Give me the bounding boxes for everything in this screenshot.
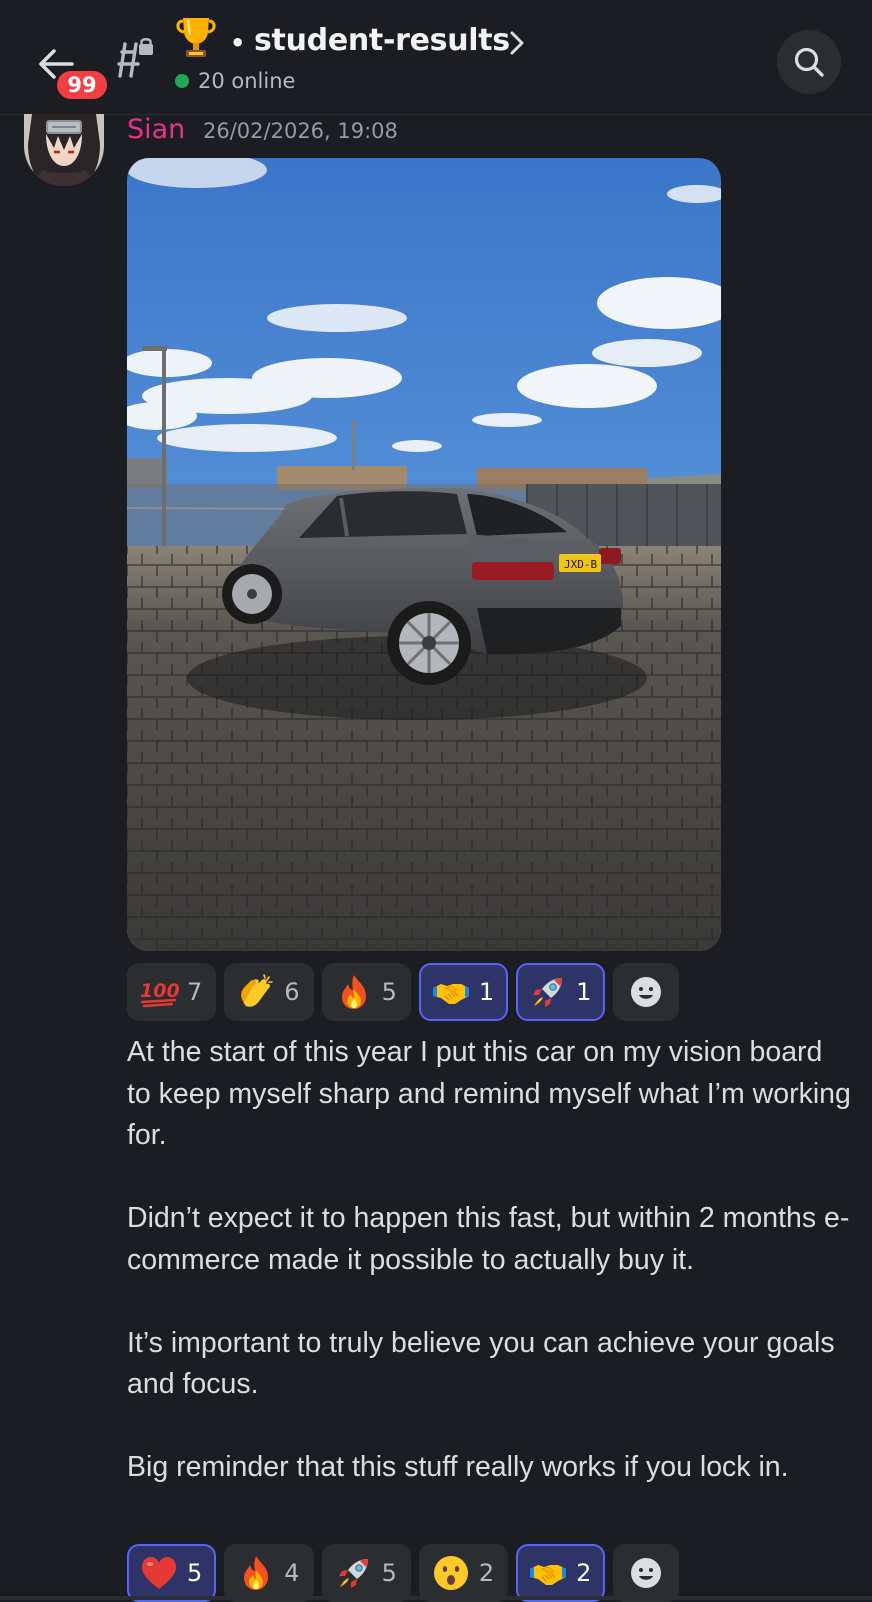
reaction-red-heart[interactable]: 5	[127, 1544, 217, 1602]
handshake-icon	[431, 972, 471, 1012]
reaction-rocket[interactable]: 1	[516, 963, 606, 1021]
online-count: 20 online	[198, 69, 296, 93]
channel-separator: •	[230, 29, 246, 57]
reaction-count: 5	[381, 978, 397, 1006]
reaction-count: 5	[187, 1559, 203, 1587]
hundred-points-icon	[139, 972, 179, 1012]
reaction-count: 2	[478, 1559, 495, 1587]
reaction-hundred-points[interactable]: 7	[127, 963, 217, 1021]
reaction-handshake[interactable]: 1	[418, 963, 509, 1021]
rocket-icon	[334, 1553, 374, 1593]
bottom-divider	[0, 1596, 872, 1600]
locked-text-channel-icon	[117, 38, 153, 78]
reaction-count: 2	[576, 1559, 592, 1587]
reaction-handshake[interactable]: 2	[516, 1544, 606, 1602]
red-heart-icon	[139, 1553, 179, 1593]
rocket-icon	[528, 972, 568, 1012]
face-with-open-mouth-icon	[431, 1553, 471, 1593]
chevron-right-icon[interactable]	[508, 30, 526, 56]
reaction-count: 5	[381, 1559, 397, 1587]
message-paragraph: It’s important to truly believe you can …	[127, 1326, 835, 1401]
online-status-dot	[175, 74, 189, 88]
reaction-clapping-hands[interactable]: 6	[224, 963, 314, 1021]
reaction-count: 6	[284, 978, 300, 1006]
svg-text:JXD-B: JXD-B	[564, 558, 597, 571]
reaction-face-with-open-mouth[interactable]: 2	[418, 1544, 509, 1602]
search-button[interactable]	[777, 30, 841, 94]
handshake-icon	[528, 1553, 568, 1593]
message-timestamp: 26/02/2026, 19:08	[203, 119, 398, 143]
reaction-bar: 7 6 5 1 1	[127, 963, 680, 1021]
channel-name[interactable]: student-results	[254, 20, 510, 62]
unread-badge: 99	[54, 68, 110, 102]
add-reaction-smiley-icon	[626, 1553, 666, 1593]
add-reaction-button[interactable]	[613, 1544, 680, 1602]
message-author[interactable]: Sian	[127, 112, 185, 148]
message-paragraph: Big reminder that this stuff really work…	[127, 1451, 789, 1483]
reaction-count: 1	[576, 978, 592, 1006]
fire-icon	[236, 1553, 276, 1593]
message-image-attachment[interactable]: JXD-B	[127, 158, 721, 951]
reaction-count: 1	[478, 978, 495, 1006]
channel-header: 99 • student-results 20 online	[0, 0, 872, 115]
reaction-bar: 5 4 5 2 2	[127, 1544, 680, 1602]
clapping-hands-icon	[236, 972, 276, 1012]
reaction-count: 4	[284, 1559, 300, 1587]
reaction-fire[interactable]: 4	[224, 1544, 314, 1602]
message-paragraph: Didn’t expect it to happen this fast, bu…	[127, 1202, 850, 1276]
trophy-icon	[176, 18, 216, 57]
reaction-count: 7	[187, 978, 203, 1006]
add-reaction-smiley-icon	[626, 972, 666, 1012]
message-paragraph: At the start of this year I put this car…	[127, 1036, 851, 1151]
search-icon	[794, 47, 824, 77]
message-content: At the start of this year I put this car…	[127, 1032, 852, 1489]
add-reaction-button[interactable]	[613, 963, 680, 1021]
reaction-fire[interactable]: 5	[321, 963, 411, 1021]
reaction-rocket[interactable]: 5	[321, 1544, 411, 1602]
fire-icon	[334, 972, 374, 1012]
avatar[interactable]	[24, 114, 104, 186]
